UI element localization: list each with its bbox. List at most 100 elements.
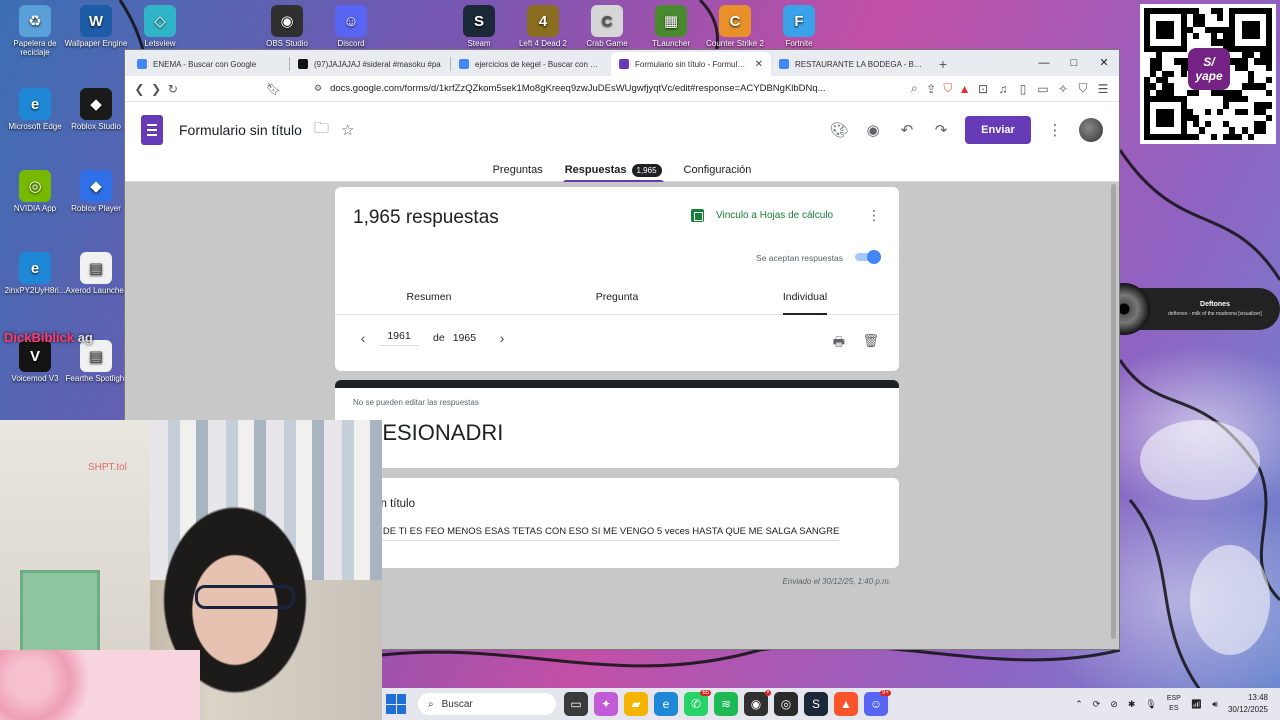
desktop-icon[interactable]: ♻ Papelera de reciclaje [0, 5, 70, 57]
media-icon[interactable]: ♫ [993, 79, 1013, 99]
bookmark-icon[interactable]: 🔖︎ [265, 79, 282, 99]
discord-icon[interactable]: ☺ 9+ [864, 690, 891, 716]
forward-icon[interactable]: ❯ [148, 79, 165, 99]
desktop-icon[interactable]: V Voicemod V3 [0, 340, 70, 383]
wifi-icon[interactable]: 📶︎ [1191, 699, 1202, 710]
brave-shield-icon[interactable]: ⛉ [940, 79, 957, 99]
desktop-icon[interactable]: ◉ OBS Studio [252, 5, 322, 48]
browser-tab[interactable]: ejercicios de kegel - Buscar con Goo [451, 52, 611, 76]
browser-tab[interactable]: (97)JAJAJAJ #sideral #masoku #pa [290, 52, 450, 76]
app-icon: W [80, 5, 112, 37]
maximize-button[interactable]: □ [1059, 50, 1089, 76]
accepting-responses-toggle[interactable] [853, 250, 881, 264]
desktop-icon[interactable]: ▤ Axerod Launcher [61, 252, 131, 295]
brave-rewards-icon[interactable]: ▲ [956, 79, 973, 99]
redo-icon[interactable]: ↷ [931, 121, 951, 139]
desktop-icon[interactable]: C Crab Game [572, 5, 642, 48]
edge-icon[interactable]: e [654, 692, 678, 716]
back-icon[interactable]: ❮ [131, 79, 148, 99]
send-button[interactable]: Enviar [965, 116, 1031, 144]
tray-app-icon[interactable]: ⟳ [1093, 699, 1101, 710]
desktop-icon[interactable]: C Counter Strike 2 [700, 5, 770, 48]
google-forms-logo-icon[interactable] [141, 115, 163, 145]
minimize-button[interactable]: — [1029, 50, 1059, 76]
share-icon[interactable]: ⇪ [923, 79, 940, 99]
undo-icon[interactable]: ↶ [897, 121, 917, 139]
desktop-icon[interactable]: ◆ Roblox Player [61, 170, 131, 213]
desktop-icon[interactable]: ☺ Discord [316, 5, 386, 48]
file-explorer-icon[interactable]: ▰ [624, 692, 648, 716]
volume-icon[interactable]: 🔊︎ [1212, 699, 1218, 710]
leo-ai-icon[interactable]: ✧ [1053, 79, 1073, 99]
tray-network-off-icon[interactable]: ⊘ [1110, 699, 1118, 710]
response-number-input[interactable]: 1961 [379, 330, 419, 346]
desktop-icon[interactable]: W Wallpaper Engine [61, 5, 131, 48]
previous-response-icon[interactable]: ‹ [353, 330, 373, 346]
close-window-button[interactable]: ✕ [1089, 50, 1119, 76]
clock[interactable]: 13:48 30/12/2025 [1228, 692, 1268, 716]
site-info-icon[interactable]: ⚙ [314, 83, 322, 94]
language-indicator[interactable]: ESP ES [1167, 694, 1181, 714]
app-icon: C [591, 5, 623, 37]
sidebar-icon[interactable]: ▯ [1013, 79, 1033, 99]
desktop-icon[interactable]: ◆ Roblox Studio [61, 88, 131, 131]
star-icon[interactable]: ☆ [341, 121, 354, 139]
scrollbar[interactable] [1111, 184, 1116, 639]
avatar[interactable] [1079, 118, 1103, 142]
brave-icon[interactable]: ▲ [834, 692, 858, 716]
wallet-icon[interactable]: ▭ [1033, 79, 1053, 99]
tab-settings[interactable]: Configuración [682, 158, 754, 182]
whatsapp-icon[interactable]: ✆ 65 [684, 690, 711, 716]
next-response-icon[interactable]: › [492, 330, 512, 346]
desktop-icon[interactable]: ▤ Fearthe Spotlight [61, 340, 131, 383]
screenshot-icon[interactable]: ⊡ [973, 79, 993, 99]
folder-icon[interactable]: 🗀︎ [314, 118, 329, 143]
browser-tab[interactable]: Formulario sin título - Formulario ✕ [611, 52, 771, 76]
subtab-question[interactable]: Pregunta [523, 283, 711, 314]
browser-tab[interactable]: ENEMA - Buscar con Google [129, 52, 289, 76]
browser-tab[interactable]: RESTAURANTE LA BODEGA - Buscar [771, 52, 931, 76]
menu-icon[interactable]: ☰ [1093, 79, 1113, 99]
preview-eye-icon[interactable]: ◉ [863, 121, 883, 139]
reload-icon[interactable]: ↻ [165, 79, 182, 99]
desktop-icon[interactable]: ▦ TLauncher [636, 5, 706, 48]
new-tab-button[interactable]: + [931, 52, 955, 76]
desktop-icon[interactable]: ◎ NVIDIA App [0, 170, 70, 213]
zoom-icon[interactable]: ⌕ [906, 79, 923, 99]
window-controls: — □ ✕ [1029, 50, 1119, 76]
delete-icon[interactable]: 🗑︎ [862, 333, 879, 349]
forms-header: Formulario sin título 🗀︎ ☆ 🎨︎ ◉ ↶ ↷ Envi… [125, 102, 1119, 158]
tab-responses[interactable]: Respuestas 1,965 [562, 158, 664, 183]
tab-questions[interactable]: Preguntas [491, 158, 545, 182]
desktop-icon[interactable]: F Fortnite [764, 5, 834, 48]
spotify-icon[interactable]: ≋ [714, 692, 738, 716]
xbox-icon[interactable]: ◎ [774, 692, 798, 716]
music-widget[interactable]: Deftones deftones - milk of the madonna … [1098, 283, 1280, 335]
palette-icon[interactable]: 🎨︎ [829, 121, 849, 139]
link-sheets-button[interactable]: Vinculo a Hojas de cálculo [691, 209, 833, 222]
desktop-icon[interactable]: S Steam [444, 5, 514, 48]
vpn-icon[interactable]: ⛉ [1073, 79, 1093, 99]
windows-start-icon[interactable] [386, 694, 406, 714]
desktop-icon[interactable]: ◇ Letsview [125, 5, 195, 48]
subtab-summary[interactable]: Resumen [335, 283, 523, 314]
print-icon[interactable]: 🖶︎ [833, 333, 845, 355]
tray-overflow-icon[interactable]: ⌃ [1075, 699, 1083, 710]
steam-icon[interactable]: S [804, 692, 828, 716]
copilot-icon[interactable]: ✦ [594, 692, 618, 716]
desktop-icon[interactable]: e 2inxPY2UyH8ri... [0, 252, 70, 295]
desktop-icon[interactable]: e Microsoft Edge [0, 88, 70, 131]
desktop-icon[interactable]: 4 Left 4 Dead 2 [508, 5, 578, 48]
close-tab-icon[interactable]: ✕ [755, 59, 763, 70]
tab-favicon-icon [137, 59, 147, 69]
tray-bluetooth-icon[interactable]: ✱ [1128, 699, 1136, 710]
more-options-icon[interactable]: ⋮ [867, 207, 881, 224]
taskbar-search[interactable]: ⌕ Buscar [418, 693, 556, 715]
more-vert-icon[interactable]: ⋮ [1045, 121, 1065, 139]
form-title[interactable]: Formulario sin título [179, 122, 302, 138]
task-view-icon[interactable]: ▭ [564, 692, 588, 716]
subtab-individual[interactable]: Individual [711, 283, 899, 315]
address-bar[interactable]: ⚙ docs.google.com/forms/d/1krfZzQZkom5se… [306, 79, 906, 99]
tray-mic-icon[interactable]: 🎙︎ [1145, 699, 1156, 710]
obs-icon[interactable]: ◉ • [744, 690, 771, 716]
